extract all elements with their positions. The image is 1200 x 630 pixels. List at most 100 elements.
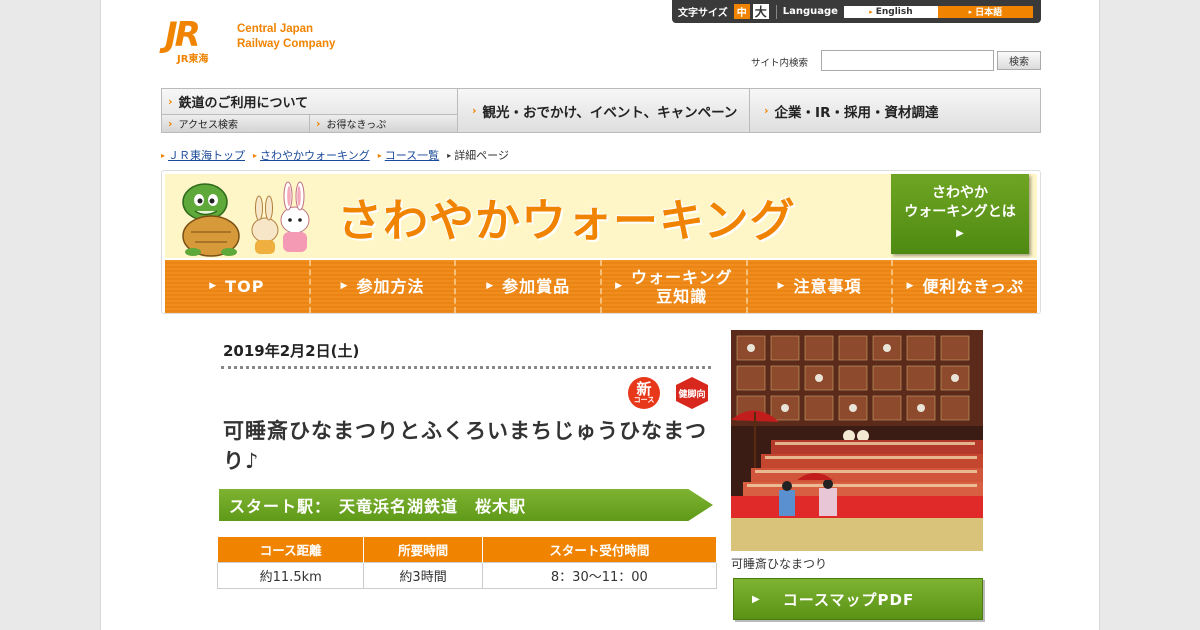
banner-title[interactable]: さわやかウォーキング: [337, 184, 796, 249]
font-size-large-button[interactable]: 大: [752, 4, 769, 19]
new-course-badge-sub: コース: [633, 396, 655, 404]
font-size-medium-button[interactable]: 中: [733, 4, 750, 19]
jr-central-logo[interactable]: JR JR東海 Central Japan Railway Company: [165, 15, 335, 65]
gnav-railway-usage-label: 鉄道のご利用について: [178, 96, 309, 112]
walking-nav-notes-label: 注意事項: [793, 277, 862, 296]
start-station-name: 天竜浜名湖鉄道 桜木駅: [339, 497, 527, 516]
triangle-right-icon: ▶: [209, 281, 218, 291]
triangle-right-icon: ▶: [956, 228, 964, 239]
dotted-divider: [221, 366, 711, 369]
header-start-time: スタート受付時間: [481, 536, 718, 563]
gnav-discount-tickets[interactable]: › お得なきっぷ: [309, 115, 457, 132]
utility-divider: [775, 4, 777, 19]
mascot-illustration: [182, 181, 310, 257]
gnav-access-search[interactable]: › アクセス検索: [162, 115, 309, 132]
walking-nav-tips-label: ウォーキング 豆知識: [631, 268, 733, 306]
table-header-row: コース距離 所要時間 スタート受付時間: [216, 536, 718, 563]
walking-banner: さわやかウォーキング さわやか ウォーキングとは ▶ ▶ TOP ▶ 参加方法 ▶ 参…: [161, 170, 1041, 314]
breadcrumb-jr-top[interactable]: ＪＲ東海トップ: [168, 147, 245, 163]
photo-caption: 可睡斎ひなまつり: [731, 557, 828, 571]
walking-nav-tips-line1: ウォーキング: [631, 267, 733, 287]
arrow-icon: ▸: [869, 7, 873, 16]
language-japanese-label: 日本語: [975, 8, 1003, 18]
utility-bar: 文字サイズ 中 大 Language ▸ English ▸ 日本語: [672, 0, 1041, 23]
start-station-bar: スタート駅： 天竜浜名湖鉄道 桜木駅: [219, 489, 713, 521]
about-walking-line2: ウォーキングとは: [904, 204, 1016, 220]
gnav-access-search-label: アクセス検索: [178, 120, 239, 132]
gnav-railway-group: › 鉄道のご利用について › アクセス検索 › お得なきっぷ: [162, 89, 458, 132]
arrow-icon: ›: [168, 95, 173, 109]
walking-nav-prizes-label: 参加賞品: [502, 277, 571, 296]
site-search-label: サイト内検索: [751, 58, 809, 69]
cell-duration: 約3時間: [363, 562, 483, 589]
company-name: Central Japan Railway Company: [237, 22, 335, 52]
walking-nav-tips[interactable]: ▶ ウォーキング 豆知識: [602, 260, 748, 313]
site-search-button[interactable]: 検索: [997, 51, 1041, 70]
course-info-table: コース距離 所要時間 スタート受付時間 約11.5km 約3時間 8：30～11…: [216, 536, 718, 589]
walking-nav-top-label: TOP: [225, 277, 265, 296]
banner-header: さわやかウォーキング さわやか ウォーキングとは ▶: [165, 174, 1037, 258]
walking-nav-notes[interactable]: ▶ 注意事項: [747, 260, 894, 313]
photo-illustration: [731, 330, 983, 551]
advanced-walker-badge: 健脚向: [676, 377, 708, 409]
gnav-corporate[interactable]: › 企業・IR・採用・資材調達: [750, 89, 1040, 132]
page: JR JR東海 Central Japan Railway Company 文字…: [100, 0, 1100, 630]
breadcrumb-arrow-icon: ▸: [253, 150, 258, 160]
language-english-label: English: [875, 6, 913, 17]
arrow-icon: ›: [316, 117, 321, 131]
breadcrumb-arrow-icon: ▸: [377, 150, 382, 160]
company-name-line2: Railway Company: [237, 38, 336, 50]
walking-nav-how-to-join[interactable]: ▶ 参加方法: [310, 260, 457, 313]
arrow-icon: ›: [168, 117, 173, 131]
about-walking-line1: さわやか: [932, 185, 988, 201]
triangle-right-icon: ▶: [340, 281, 349, 291]
triangle-right-icon: ▶: [752, 593, 761, 605]
language-english-button[interactable]: ▸ English: [843, 5, 938, 18]
font-size-label: 文字サイズ: [678, 8, 728, 19]
company-name-line1: Central Japan: [237, 23, 314, 35]
arrow-icon: ›: [764, 104, 769, 117]
walking-nav-tips-line2: 豆知識: [656, 286, 708, 306]
hina-festival-photo: [731, 330, 983, 551]
breadcrumb-course-list[interactable]: コース一覧: [385, 147, 439, 163]
walking-nav-how-to-join-label: 参加方法: [356, 277, 425, 296]
global-nav: › 鉄道のご利用について › アクセス検索 › お得なきっぷ › 観光・おでかけ、イベン…: [161, 88, 1041, 133]
table-row: 約11.5km 約3時間 8：30～11：00: [216, 562, 718, 589]
walking-nav-tickets[interactable]: ▶ 便利なきっぷ: [893, 260, 1038, 313]
course-title: 可睡斎ひなまつりとふくろいまちじゅうひなまつり♪: [223, 419, 707, 473]
language-label: Language: [782, 6, 838, 17]
header-duration: 所要時間: [363, 536, 483, 563]
gnav-railway-subs: › アクセス検索 › お得なきっぷ: [162, 115, 457, 132]
walking-nav-prizes[interactable]: ▶ 参加賞品: [456, 260, 603, 313]
gnav-railway-usage[interactable]: › 鉄道のご利用について: [162, 89, 457, 116]
gnav-tourism-label: 観光・おでかけ、イベント、キャンペーン: [482, 104, 738, 121]
course-map-pdf-label: コースマップPDF: [782, 590, 915, 609]
cell-distance: 約11.5km: [216, 562, 365, 589]
triangle-right-icon: ▶: [906, 281, 915, 291]
jr-logo-mark: JR JR東海: [165, 15, 227, 65]
jr-logo-sub: JR東海: [177, 54, 209, 65]
start-station-label: スタート駅：: [229, 497, 332, 516]
breadcrumb-arrow-icon: ▸: [161, 150, 166, 160]
walking-nav-top[interactable]: ▶ TOP: [165, 260, 311, 313]
breadcrumb-walking[interactable]: さわやかウォーキング: [260, 147, 370, 163]
breadcrumb-arrow-icon: ▸: [447, 150, 452, 160]
course-map-pdf-button[interactable]: ▶ コースマップPDF: [733, 578, 983, 620]
jr-logo-letters: JR: [165, 15, 201, 55]
walking-nav-tickets-label: 便利なきっぷ: [922, 277, 1024, 296]
breadcrumb: ▸ ＪＲ東海トップ ▸ さわやかウォーキング ▸ コース一覧 ▸ 詳細ページ: [161, 147, 509, 163]
triangle-right-icon: ▶: [615, 281, 624, 291]
language-japanese-button[interactable]: ▸ 日本語: [937, 5, 1033, 18]
new-course-badge-text: 新: [636, 380, 652, 398]
header-distance: コース距離: [216, 536, 365, 563]
new-course-badge: 新 コース: [628, 377, 660, 409]
gnav-discount-tickets-label: お得なきっぷ: [326, 120, 387, 132]
arrow-icon: ▸: [968, 7, 973, 16]
cell-start-time: 8：30～11：00: [481, 562, 718, 589]
arrow-icon: ›: [472, 104, 477, 117]
gnav-tourism[interactable]: › 観光・おでかけ、イベント、キャンペーン: [458, 89, 750, 132]
about-walking-button[interactable]: さわやか ウォーキングとは ▶: [891, 174, 1029, 254]
site-search-input[interactable]: [821, 50, 994, 71]
triangle-right-icon: ▶: [486, 281, 495, 291]
triangle-right-icon: ▶: [777, 281, 786, 291]
